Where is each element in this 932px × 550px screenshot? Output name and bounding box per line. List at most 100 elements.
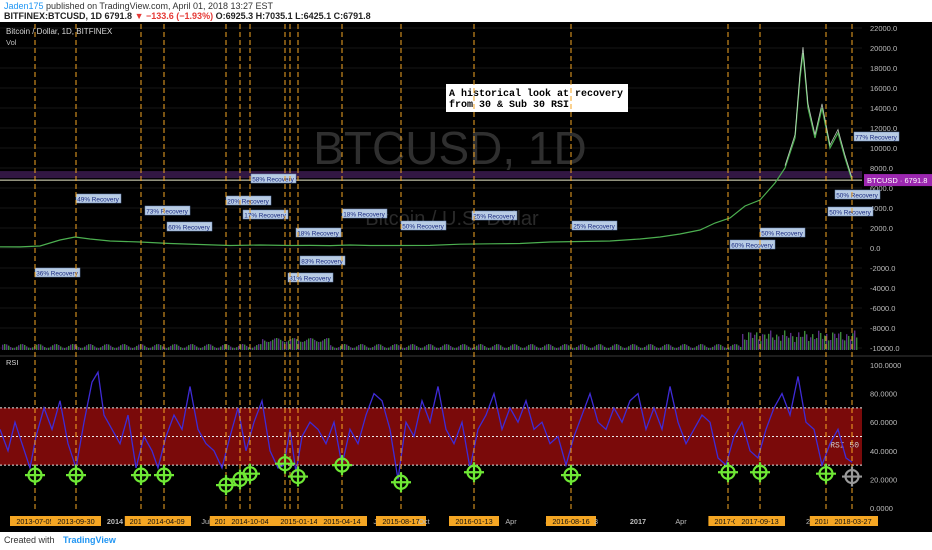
volume-bar xyxy=(392,344,394,350)
volume-bar xyxy=(628,346,630,350)
volume-bar xyxy=(512,344,514,350)
volume-bar xyxy=(560,346,562,350)
recovery-label: 77% Recovery xyxy=(853,131,900,141)
volume-bar xyxy=(210,344,212,350)
volume-bar xyxy=(584,344,586,350)
volume-bar xyxy=(592,347,594,350)
volume-bar xyxy=(630,344,632,350)
volume-bar xyxy=(498,344,500,350)
volume-bar xyxy=(256,345,258,350)
date-label-text: Apr xyxy=(675,517,687,526)
volume-bar xyxy=(176,344,178,350)
volume-bar xyxy=(274,338,276,350)
volume-bar xyxy=(714,345,716,350)
volume-bar xyxy=(816,338,818,350)
volume-bar xyxy=(610,346,612,350)
date-label-text: Oct xyxy=(418,517,429,526)
volume-bar xyxy=(782,335,784,350)
date-label-text: 2013-07-05 xyxy=(16,517,53,526)
volume-bar xyxy=(700,344,702,350)
volume-bar xyxy=(506,347,508,350)
volume-bar xyxy=(388,347,390,350)
recovery-label-text: 18% Recovery xyxy=(297,230,339,237)
volume-bar xyxy=(824,335,826,350)
volume-bar xyxy=(676,347,678,350)
volume-bar xyxy=(732,344,734,350)
volume-bar xyxy=(356,346,358,350)
volume-bar xyxy=(770,330,772,350)
recovery-label-text: 25% Recovery xyxy=(573,223,615,230)
volume-bar xyxy=(492,346,494,350)
volume-bar xyxy=(370,347,372,350)
price-tick-label: 20000.0 xyxy=(870,44,897,53)
volume-bar xyxy=(300,341,302,350)
volume-bar xyxy=(426,344,428,350)
volume-bar xyxy=(754,334,756,350)
volume-bar xyxy=(780,340,782,350)
volume-bar xyxy=(522,347,524,350)
volume-bar xyxy=(172,344,174,350)
volume-bar xyxy=(440,347,442,350)
volume-bar xyxy=(374,345,376,350)
volume-bar xyxy=(246,345,248,350)
recovery-label: 25% Recovery xyxy=(571,220,618,230)
volume-bar xyxy=(502,346,504,350)
volume-bar xyxy=(258,344,260,350)
volume-bar xyxy=(562,344,564,350)
volume-bar xyxy=(142,344,144,350)
author-link[interactable]: Jaden175 xyxy=(4,1,44,11)
volume-bar xyxy=(2,344,4,350)
volume-bar xyxy=(660,347,662,350)
volume-bar xyxy=(38,344,40,350)
volume-bar xyxy=(18,345,20,350)
volume-bar xyxy=(750,332,752,350)
volume-bar xyxy=(538,347,540,350)
recovery-label: 20% Recovery xyxy=(225,195,272,205)
volume-bar xyxy=(264,340,266,350)
volume-bar xyxy=(844,340,846,350)
volume-bar xyxy=(588,347,590,350)
volume-bar xyxy=(306,339,308,350)
volume-bar xyxy=(840,331,842,350)
volume-bar xyxy=(24,344,26,350)
volume-bar xyxy=(184,347,186,350)
tradingview-logo[interactable]: TradingView xyxy=(63,535,116,545)
volume-bar xyxy=(768,333,770,350)
volume-bar xyxy=(842,339,844,350)
volume-bar xyxy=(114,347,116,350)
recovery-label-text: 25% Recovery xyxy=(473,213,515,220)
volume-bar xyxy=(260,344,262,350)
recovery-label-text: 50% Recovery xyxy=(836,192,878,199)
volume-bar xyxy=(68,345,70,350)
date-label-text: 2014 xyxy=(107,517,124,526)
volume-bar xyxy=(786,336,788,350)
volume-bar xyxy=(54,344,56,350)
volume-bar xyxy=(612,345,614,350)
recovery-label-text: 77% Recovery xyxy=(855,134,897,141)
recovery-label-text: 83% Recovery xyxy=(301,258,343,265)
volume-bar xyxy=(364,345,366,350)
date-label: 2017 xyxy=(630,517,646,526)
rsi-tick-label: 40.0000 xyxy=(870,447,897,456)
volume-bar xyxy=(216,347,218,350)
volume-bar xyxy=(752,337,754,350)
volume-bar xyxy=(672,346,674,350)
recovery-label: 18% Recovery xyxy=(341,208,388,218)
volume-bar xyxy=(20,344,22,350)
volume-bar xyxy=(632,344,634,350)
down-arrow-icon: ▼ xyxy=(134,11,144,21)
date-label: Jul xyxy=(201,517,211,526)
volume-bar xyxy=(734,344,736,350)
volume-bar xyxy=(80,347,82,350)
volume-bar xyxy=(244,344,246,350)
volume-bar xyxy=(4,344,6,350)
recovery-label: 58% Recovery xyxy=(250,173,297,183)
volume-bar xyxy=(204,345,206,350)
volume-bar xyxy=(10,347,12,350)
volume-bar xyxy=(528,344,530,350)
date-label-text: 2015-04-14 xyxy=(323,517,360,526)
volume-bar xyxy=(514,344,516,350)
chart-watermark: BTCUSD, 1D xyxy=(313,122,586,174)
volume-bar xyxy=(424,346,426,350)
volume-bar xyxy=(444,344,446,350)
